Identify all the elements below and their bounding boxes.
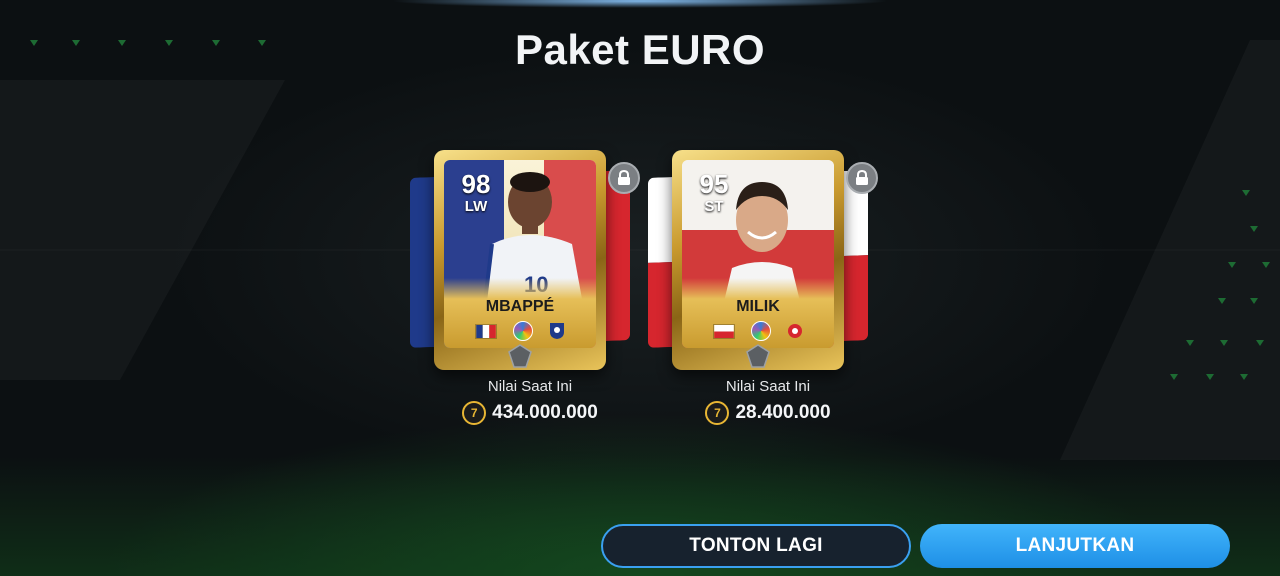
lock-icon <box>846 162 878 194</box>
continue-button[interactable]: LANJUTKAN <box>920 524 1230 568</box>
value-amount: 434.000.000 <box>492 402 598 423</box>
france-flag-icon <box>475 323 497 339</box>
value-label: Nilai Saat Ini <box>487 378 573 395</box>
player-name: MBAPPÉ <box>485 298 555 315</box>
card-rating: 98 <box>461 169 491 199</box>
card-gem-icon <box>746 344 770 368</box>
player-card-milik[interactable]: 95 ST MILIK <box>648 150 888 370</box>
value-label: Nilai Saat Ini <box>725 378 811 395</box>
player-card-mbappe[interactable]: 10 98 LW MBAPPÉ <box>410 150 650 370</box>
player-name: MILIK <box>736 298 780 315</box>
card-gem-icon <box>508 344 532 368</box>
lock-icon <box>608 162 640 194</box>
card-position: LW <box>464 198 488 215</box>
value-amount: 28.400.000 <box>735 402 831 423</box>
card-frame: 10 98 LW MBAPPÉ <box>434 150 606 370</box>
pzpn-crest-icon <box>788 324 802 338</box>
card-badges <box>682 320 834 342</box>
rating-block: 95 ST <box>694 170 734 216</box>
card-badges <box>444 320 596 342</box>
card-position: ST <box>704 198 724 215</box>
fff-crest-icon <box>550 323 564 339</box>
card-frame: 95 ST MILIK <box>672 150 844 370</box>
poland-flag-icon <box>713 323 735 339</box>
pack-title: Paket EURO <box>514 26 766 73</box>
fc-coin-icon: 7 <box>705 401 730 425</box>
value-row: 7 28.400.000 <box>648 401 888 425</box>
watch-again-button[interactable]: TONTON LAGI <box>601 524 911 568</box>
rating-block: 98 LW <box>456 170 496 216</box>
value-row: 7 434.000.000 <box>410 401 650 425</box>
euro-league-icon <box>513 321 533 341</box>
fc-coin-icon: 7 <box>462 401 487 425</box>
card-rating: 95 <box>699 169 729 199</box>
euro-league-icon <box>751 321 771 341</box>
